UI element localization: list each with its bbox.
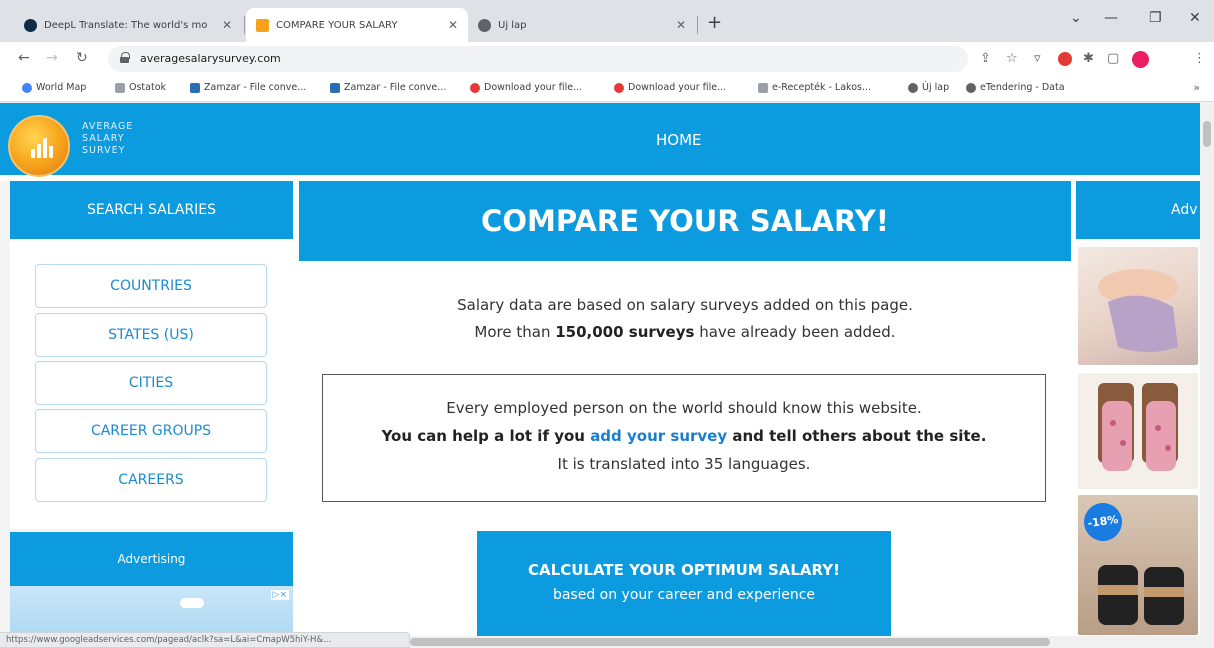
bookmark-download-1[interactable]: Download your file...: [470, 82, 582, 93]
careers-button[interactable]: CAREERS: [35, 458, 267, 502]
vertical-scrollbar[interactable]: [1200, 103, 1214, 636]
states-us-button[interactable]: STATES (US): [35, 313, 267, 357]
nav-home-link[interactable]: HOME: [656, 131, 702, 149]
pin-icon: [758, 82, 768, 93]
new-tab-button[interactable]: +: [707, 12, 722, 33]
ad-product-socks[interactable]: [1078, 247, 1198, 365]
bookmarks-bar: World Map Ostatok Zamzar - File conve...…: [0, 76, 1214, 102]
career-groups-button[interactable]: CAREER GROUPS: [35, 409, 267, 453]
site-header: AVERAGE SALARY SURVEY HOME: [0, 103, 1200, 177]
globe-icon: [908, 82, 918, 93]
zamzar-icon: [330, 82, 340, 93]
extension-filter-icon[interactable]: ▿: [1034, 51, 1041, 66]
close-window-button[interactable]: ✕: [1189, 10, 1201, 26]
address-bar[interactable]: averagesalarysurvey.com: [108, 46, 968, 72]
deepl-icon: [24, 18, 37, 32]
share-icon[interactable]: ⇪: [980, 51, 991, 66]
search-menu: COUNTRIES STATES (US) CITIES CAREER GROU…: [10, 239, 293, 529]
salary-site-icon: [256, 18, 269, 32]
globe-icon: [478, 18, 491, 32]
bookmark-zamzar-2[interactable]: Zamzar - File conve...: [330, 82, 446, 93]
logo-wordmark[interactable]: AVERAGE SALARY SURVEY: [82, 121, 133, 157]
advertising-heading-right: Adv: [1076, 181, 1200, 239]
lock-icon: [120, 52, 130, 63]
bookmark-world-map[interactable]: World Map: [22, 82, 86, 93]
browser-toolbar: ← → ↻ averagesalarysurvey.com ⇪ ☆ ▿ ✱ ▢ …: [0, 42, 1214, 76]
download-site-icon: [614, 82, 624, 93]
minimize-button[interactable]: —: [1104, 10, 1118, 26]
main-content: COMPARE YOUR SALARY! Salary data are bas…: [299, 181, 1071, 636]
countries-button[interactable]: COUNTRIES: [35, 264, 267, 308]
grid-icon: [115, 82, 125, 93]
close-icon[interactable]: ✕: [676, 18, 686, 32]
add-survey-link[interactable]: add your survey: [590, 427, 727, 445]
menu-kebab-icon[interactable]: ⋮: [1193, 51, 1206, 66]
bookmark-star-icon[interactable]: ☆: [1006, 51, 1018, 66]
profile-avatar[interactable]: [1132, 51, 1149, 68]
help-notice-box: Every employed person on the world shoul…: [322, 374, 1046, 502]
close-icon[interactable]: ✕: [448, 18, 458, 32]
adchoices-icon[interactable]: ▷×: [270, 590, 289, 600]
ad-banner[interactable]: ▷×: [10, 586, 293, 636]
socks-image: [1098, 269, 1178, 352]
back-button[interactable]: ←: [18, 50, 30, 66]
ad-product-sandals[interactable]: -18%: [1078, 495, 1198, 635]
bookmark-etendering[interactable]: eTendering - Data: [966, 82, 1065, 93]
advertising-heading: Advertising: [10, 532, 293, 586]
extensions-puzzle-icon[interactable]: ✱: [1083, 51, 1094, 66]
map-icon: [22, 82, 32, 93]
page-title: COMPARE YOUR SALARY!: [299, 181, 1071, 261]
tab-deepl[interactable]: DeepL Translate: The world's mo ✕: [14, 8, 242, 42]
bookmarks-overflow-icon[interactable]: »: [1193, 81, 1200, 94]
right-sidebar: Adv -18%: [1076, 181, 1200, 636]
search-salaries-heading: SEARCH SALARIES: [10, 181, 293, 239]
left-sidebar: SEARCH SALARIES COUNTRIES STATES (US) CI…: [0, 181, 293, 636]
boots-image: [1098, 383, 1178, 471]
bookmark-new-tab[interactable]: Új lap: [908, 82, 949, 93]
bar-chart-icon: [31, 136, 53, 158]
browser-tab-strip: DeepL Translate: The world's mo ✕ COMPAR…: [0, 0, 1214, 42]
opera-extension-icon[interactable]: [1058, 52, 1072, 66]
intro-text: Salary data are based on salary surveys …: [457, 296, 913, 341]
cloud-image: [180, 598, 204, 608]
close-icon[interactable]: ✕: [222, 18, 232, 32]
side-panel-icon[interactable]: ▢: [1107, 51, 1119, 66]
page-viewport: AVERAGE SALARY SURVEY HOME SEARCH SALARI…: [0, 103, 1214, 636]
bookmark-ostatok[interactable]: Ostatok: [115, 82, 166, 93]
globe-icon: [966, 82, 976, 93]
tab-search-icon[interactable]: ⌄: [1070, 10, 1082, 26]
download-site-icon: [470, 82, 480, 93]
site-logo[interactable]: [8, 115, 70, 177]
reload-button[interactable]: ↻: [76, 50, 88, 66]
tab-compare-salary[interactable]: COMPARE YOUR SALARY ✕: [246, 8, 468, 42]
zamzar-icon: [190, 82, 200, 93]
bookmark-download-2[interactable]: Download your file...: [614, 82, 726, 93]
status-bar-url: https://www.googleadservices.com/pagead/…: [0, 632, 410, 648]
forward-button[interactable]: →: [46, 50, 58, 66]
restore-button[interactable]: ❐: [1149, 10, 1162, 26]
bookmark-zamzar-1[interactable]: Zamzar - File conve...: [190, 82, 306, 93]
ad-product-boots[interactable]: [1078, 373, 1198, 489]
bookmark-e-recept[interactable]: e-Recepték - Lakos...: [758, 82, 871, 93]
cities-button[interactable]: CITIES: [35, 361, 267, 405]
tab-new[interactable]: Új lap ✕: [468, 8, 696, 42]
calculate-salary-button[interactable]: CALCULATE YOUR OPTIMUM SALARY! based on …: [477, 531, 891, 636]
